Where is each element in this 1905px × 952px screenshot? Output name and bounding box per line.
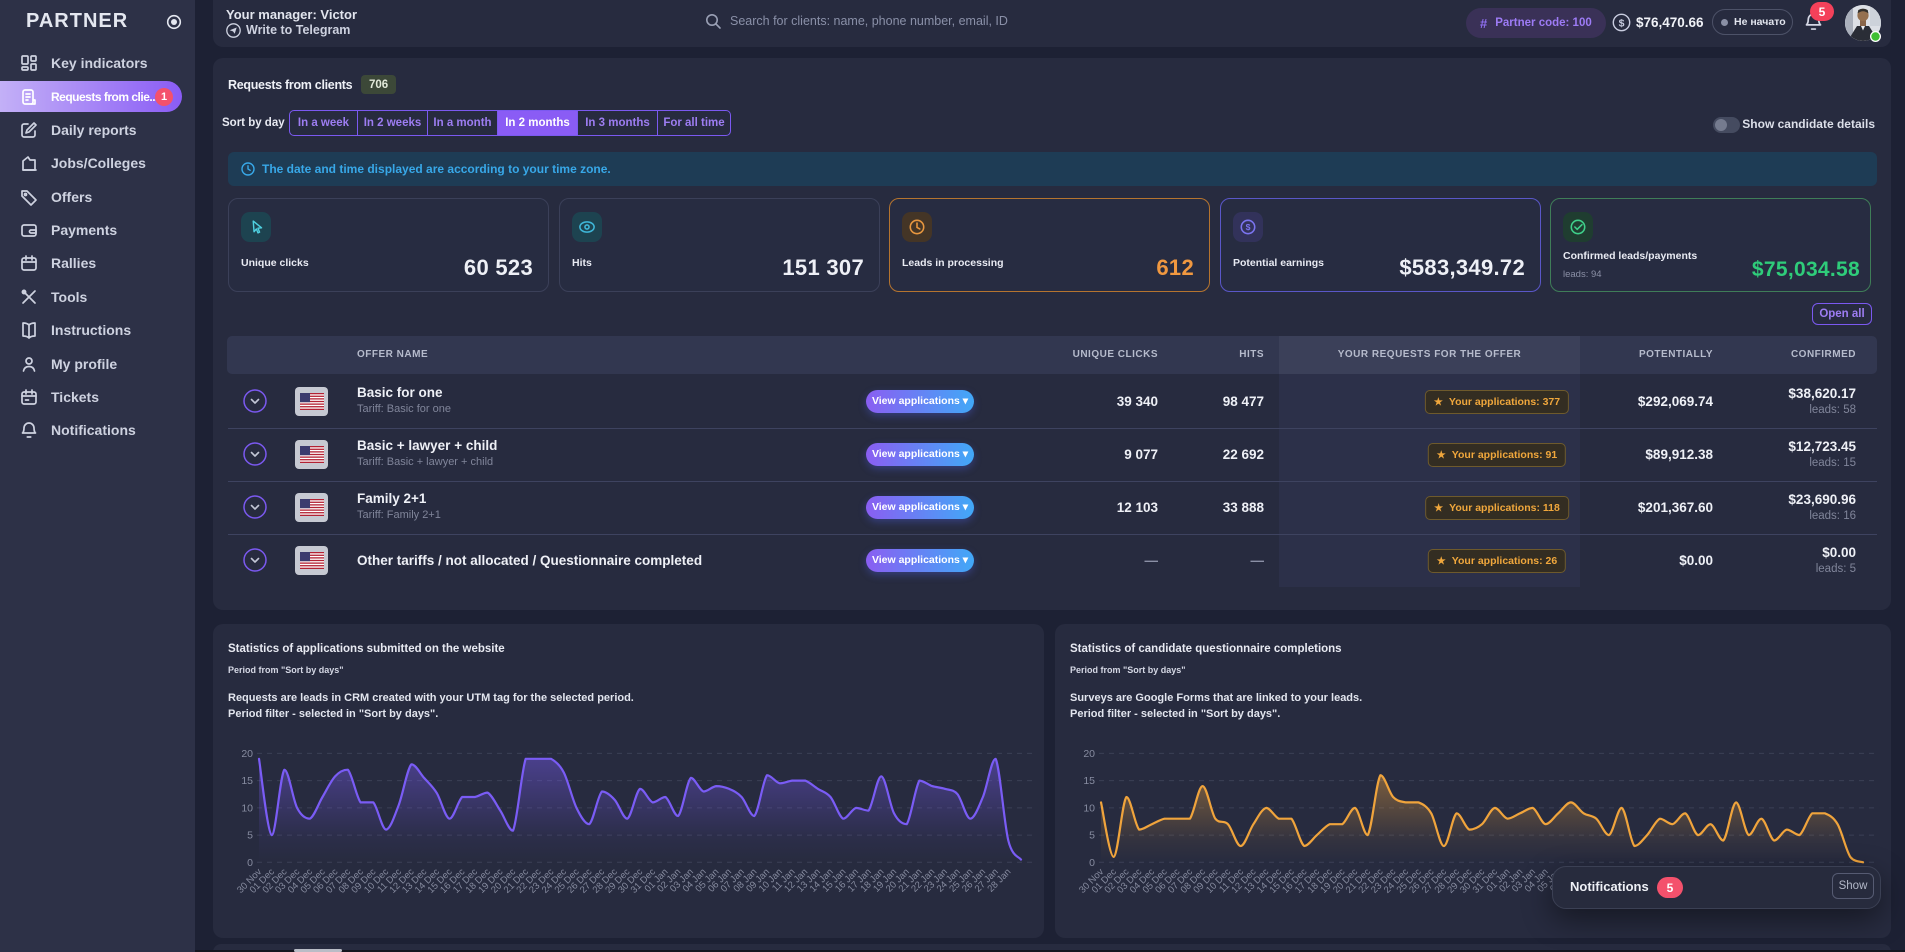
svg-text:$: $ <box>1246 222 1251 232</box>
svg-text:$: $ <box>1619 17 1625 29</box>
svg-text:20: 20 <box>241 748 253 760</box>
svg-text:10: 10 <box>241 802 253 814</box>
svg-text:20: 20 <box>1083 748 1095 760</box>
svg-text:5: 5 <box>1089 830 1095 842</box>
svg-text:10: 10 <box>1083 802 1095 814</box>
svg-text:15: 15 <box>1083 775 1095 787</box>
svg-text:0: 0 <box>1089 857 1095 869</box>
svg-text:5: 5 <box>247 830 253 842</box>
svg-text:0: 0 <box>247 857 253 869</box>
svg-text:15: 15 <box>241 775 253 787</box>
